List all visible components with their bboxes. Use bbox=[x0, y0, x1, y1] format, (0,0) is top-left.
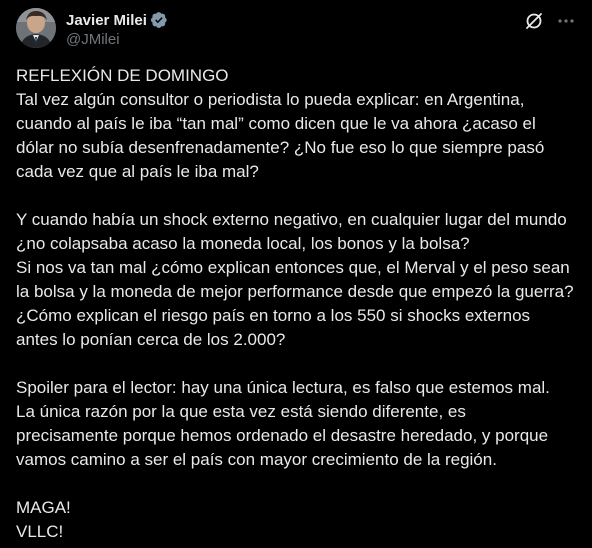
text-line: la bolsa y la moneda de mejor performanc… bbox=[16, 282, 574, 301]
text-line: La única razón por la que esta vez está … bbox=[16, 402, 466, 421]
text-line: dólar no subía desenfrenadamente? ¿No fu… bbox=[16, 138, 545, 157]
tweet-header: Javier Milei @JMilei bbox=[16, 8, 576, 52]
text-line: cada vez que al país le iba mal? bbox=[16, 162, 259, 181]
author-names: Javier Milei @JMilei bbox=[66, 10, 168, 48]
text-line: Tal vez algún consultor o periodista lo … bbox=[16, 90, 525, 109]
text-line: Y cuando había un shock externo negativo… bbox=[16, 210, 567, 229]
text-line: MAGA! bbox=[16, 498, 71, 517]
display-name[interactable]: Javier Milei bbox=[66, 12, 147, 29]
tweet-text: REFLEXIÓN DE DOMINGO Tal vez algún consu… bbox=[16, 64, 584, 544]
tweet: Javier Milei @JMilei REFLEXIÓN DE DOMING… bbox=[0, 0, 592, 548]
text-line: VLLC! bbox=[16, 522, 64, 541]
header-actions bbox=[524, 11, 576, 31]
verified-badge-icon[interactable] bbox=[150, 11, 168, 29]
avatar[interactable] bbox=[16, 8, 56, 48]
text-line: vamos camino a ser el país con mayor cre… bbox=[16, 450, 497, 469]
text-line: Si nos va tan mal ¿cómo explican entonce… bbox=[16, 258, 570, 277]
text-line: precisamente porque hemos ordenado el de… bbox=[16, 426, 549, 445]
more-options-icon[interactable] bbox=[556, 11, 576, 31]
text-line: antes lo ponían cerca de los 2.000? bbox=[16, 330, 286, 349]
handle[interactable]: @JMilei bbox=[66, 31, 168, 48]
grok-icon[interactable] bbox=[524, 11, 544, 31]
name-row: Javier Milei bbox=[66, 10, 168, 30]
text-line: ¿Cómo explican el riesgo país en torno a… bbox=[16, 306, 531, 325]
text-line: ¿no colapsaba acaso la moneda local, los… bbox=[16, 234, 470, 253]
avatar-image bbox=[16, 8, 56, 48]
text-line: Spoiler para el lector: hay una única le… bbox=[16, 378, 550, 397]
text-line: cuando al país le iba “tan mal” como dic… bbox=[16, 114, 536, 133]
text-line: REFLEXIÓN DE DOMINGO bbox=[16, 66, 229, 85]
